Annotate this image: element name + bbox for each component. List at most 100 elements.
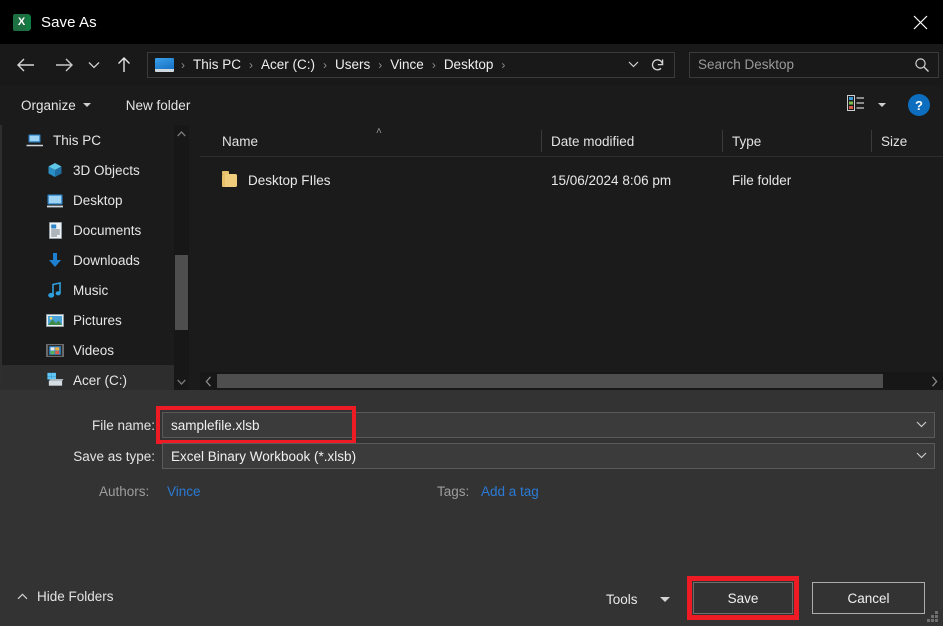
add-a-tag-link[interactable]: Add a tag — [481, 484, 539, 499]
sidebar-label: This PC — [53, 133, 101, 148]
file-name-label: File name: — [30, 418, 155, 433]
sidebar-label: Documents — [73, 223, 141, 238]
chevron-down-icon[interactable] — [916, 450, 927, 462]
breadcrumb-desktop[interactable]: Desktop — [443, 57, 495, 72]
help-label: ? — [915, 98, 923, 113]
sidebar-item-music[interactable]: Music — [2, 275, 174, 305]
sidebar-item-pictures[interactable]: Pictures — [2, 305, 174, 335]
file-name-cell[interactable]: Desktop FIles — [222, 166, 331, 194]
column-divider[interactable] — [722, 130, 723, 152]
sidebar-label: Acer (C:) — [73, 373, 127, 388]
save-as-type-label: Save as type: — [30, 449, 155, 464]
view-mode-button[interactable] — [847, 95, 886, 116]
scroll-right-icon[interactable] — [926, 372, 943, 390]
navigation-pane: This PC 3D Objects Desktop — [2, 125, 174, 390]
pictures-icon — [46, 311, 64, 329]
cancel-button[interactable]: Cancel — [812, 582, 925, 614]
authors-label: Authors: — [99, 484, 149, 499]
chevron-up-icon — [17, 591, 28, 603]
sidebar-item-acer-c[interactable]: Acer (C:) — [2, 365, 174, 390]
tools-button[interactable]: Tools — [606, 584, 670, 614]
new-folder-button[interactable]: New folder — [126, 98, 191, 113]
sidebar-item-videos[interactable]: Videos — [2, 335, 174, 365]
file-name-value: samplefile.xlsb — [171, 418, 260, 433]
organize-button[interactable]: Organize — [21, 98, 91, 113]
up-icon[interactable] — [109, 50, 139, 80]
drive-icon — [46, 371, 64, 389]
tags-label: Tags: — [437, 484, 469, 499]
save-as-type-value: Excel Binary Workbook (*.xlsb) — [171, 449, 356, 464]
navpane-scrollbar[interactable] — [174, 125, 189, 390]
save-as-dialog: X Save As › This PC › Acer (C:) › Users … — [0, 0, 943, 626]
cancel-button-label: Cancel — [847, 591, 889, 606]
breadcrumb-vince[interactable]: Vince — [389, 57, 425, 72]
breadcrumb-separator: › — [425, 58, 443, 72]
chevron-down-icon[interactable] — [916, 419, 927, 431]
hide-folders-button[interactable]: Hide Folders — [17, 589, 114, 604]
file-list-pane: ˄ Name Date modified Type Size Desktop F… — [200, 125, 943, 390]
back-icon[interactable] — [10, 50, 40, 80]
breadcrumb-this-pc[interactable]: This PC — [192, 57, 242, 72]
breadcrumb-users[interactable]: Users — [334, 57, 371, 72]
search-input[interactable]: Search Desktop — [689, 52, 939, 78]
column-header-name[interactable]: Name — [222, 125, 258, 157]
pane-splitter[interactable] — [189, 125, 200, 390]
command-bar-right: ? — [847, 85, 930, 125]
new-folder-label: New folder — [126, 98, 191, 113]
navigation-bar: › This PC › Acer (C:) › Users › Vince › … — [0, 44, 943, 85]
navpane-scroll-thumb[interactable] — [175, 255, 188, 330]
breadcrumb-separator: › — [371, 58, 389, 72]
breadcrumb-separator: › — [316, 58, 334, 72]
refresh-icon[interactable] — [646, 53, 670, 77]
sidebar-label: Pictures — [73, 313, 122, 328]
hide-folders-label: Hide Folders — [37, 589, 114, 604]
sidebar-label: Downloads — [73, 253, 140, 268]
organize-label: Organize — [21, 98, 76, 113]
pc-icon — [26, 131, 44, 149]
file-name-input[interactable]: samplefile.xlsb — [162, 412, 935, 438]
view-mode-chevron-down-icon — [878, 103, 886, 107]
hscroll-thumb[interactable] — [217, 374, 883, 388]
this-pc-icon — [155, 58, 174, 72]
recent-locations-icon[interactable] — [83, 50, 105, 80]
scroll-up-icon[interactable] — [174, 125, 189, 142]
title-bar: X Save As — [0, 0, 943, 44]
sidebar-item-documents[interactable]: Documents — [2, 215, 174, 245]
column-divider[interactable] — [541, 130, 542, 152]
authors-value[interactable]: Vince — [167, 484, 201, 499]
column-header-row: ˄ Name Date modified Type Size — [200, 125, 943, 157]
file-name-label: Desktop FIles — [248, 173, 331, 188]
breadcrumb-separator: › — [174, 58, 192, 72]
resize-grip[interactable] — [926, 610, 939, 623]
scroll-left-icon[interactable] — [200, 372, 217, 390]
close-icon[interactable] — [897, 0, 943, 44]
save-as-type-select[interactable]: Excel Binary Workbook (*.xlsb) — [162, 443, 935, 469]
scroll-down-icon[interactable] — [174, 373, 189, 390]
breadcrumb-separator: › — [242, 58, 260, 72]
file-type-cell: File folder — [732, 166, 791, 194]
help-button[interactable]: ? — [908, 94, 930, 116]
address-bar[interactable]: › This PC › Acer (C:) › Users › Vince › … — [147, 52, 675, 78]
column-header-type[interactable]: Type — [732, 125, 761, 157]
sidebar-item-downloads[interactable]: Downloads — [2, 245, 174, 275]
sidebar-item-desktop[interactable]: Desktop — [2, 185, 174, 215]
address-dropdown-icon[interactable] — [622, 53, 644, 77]
command-bar: Organize New folder ? — [0, 85, 943, 125]
sidebar-item-this-pc[interactable]: This PC — [2, 125, 174, 155]
chevron-down-icon — [83, 103, 91, 107]
table-row[interactable]: Desktop FIles 15/06/2024 8:06 pm File fo… — [200, 166, 943, 194]
breadcrumb-acer-c[interactable]: Acer (C:) — [260, 57, 316, 72]
breadcrumb-separator: › — [494, 58, 512, 72]
column-header-date-modified[interactable]: Date modified — [551, 125, 634, 157]
column-divider[interactable] — [871, 130, 872, 152]
sidebar-label: 3D Objects — [73, 163, 140, 178]
music-icon — [46, 281, 64, 299]
tools-label: Tools — [606, 592, 638, 607]
sidebar-label: Videos — [73, 343, 114, 358]
save-form: File name: samplefile.xlsb Save as type:… — [0, 390, 943, 626]
sidebar-item-3d-objects[interactable]: 3D Objects — [2, 155, 174, 185]
file-list-hscrollbar[interactable] — [200, 372, 943, 390]
folder-icon — [222, 174, 237, 187]
forward-icon[interactable] — [49, 50, 79, 80]
column-header-size[interactable]: Size — [881, 125, 907, 157]
